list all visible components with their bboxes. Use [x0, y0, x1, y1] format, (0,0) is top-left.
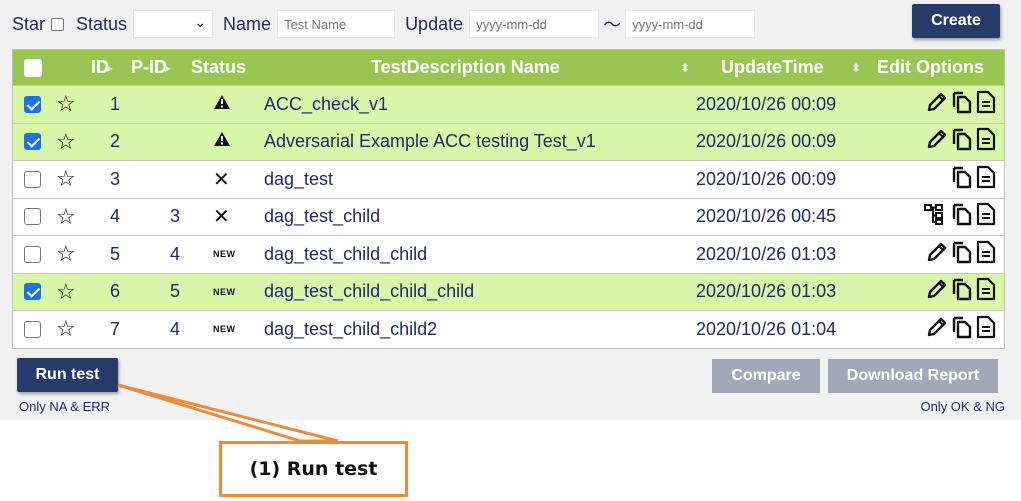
callout-arrow	[117, 383, 339, 443]
callout-box: (1) Run test	[219, 441, 408, 497]
